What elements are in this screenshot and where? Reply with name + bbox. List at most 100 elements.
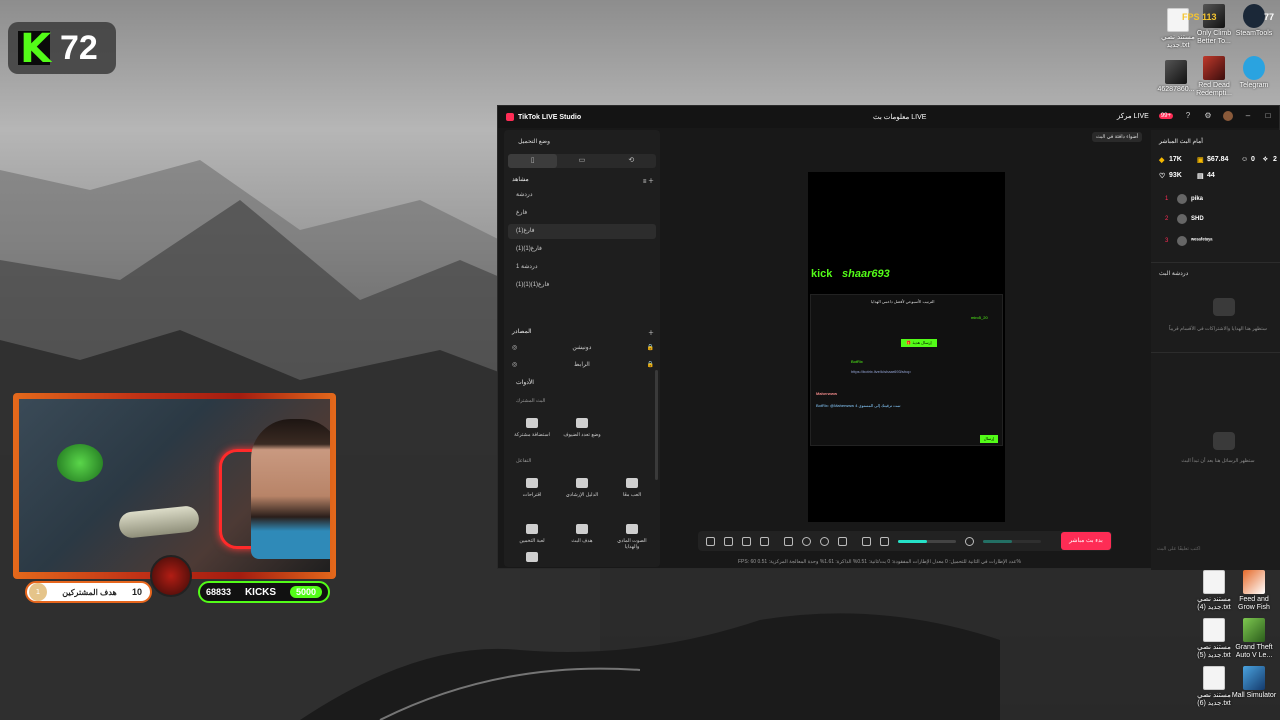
phone-icon[interactable] xyxy=(784,536,793,546)
avatar[interactable] xyxy=(1223,111,1233,121)
globe-icon: ◎ xyxy=(512,362,518,368)
scene-item[interactable]: فارغ(1)(1) xyxy=(508,242,656,257)
suggestions-icon xyxy=(526,478,538,488)
play-together-icon xyxy=(626,478,638,488)
streamer-figure xyxy=(251,419,330,559)
kicks-goal-current: 68833 xyxy=(206,587,232,597)
gifts-count: 44 xyxy=(1207,172,1215,179)
desktop-icon-gta-v[interactable]: Grand Theft Auto V Le... xyxy=(1230,618,1278,660)
maximize-button[interactable]: □ xyxy=(1263,111,1273,121)
speaker-icon[interactable] xyxy=(880,536,889,546)
sources-header: المصادر ＋ xyxy=(512,328,654,337)
co-host-icon xyxy=(526,418,538,428)
suggestions-button[interactable]: اقتراحات xyxy=(510,472,554,512)
rank-name[interactable]: SHD xyxy=(1191,216,1204,222)
revenue-value: $67.84 xyxy=(1207,156,1229,163)
game-icon xyxy=(1243,618,1265,642)
text-file-icon xyxy=(1203,570,1225,594)
steamtools-icon xyxy=(1243,4,1265,28)
title-bar: TikTok LIVE Studio معلومات بث LIVE مركز … xyxy=(498,106,1279,128)
landscape-mode-button[interactable]: ▭ xyxy=(557,154,606,168)
live-goal-button[interactable]: هدف البث xyxy=(560,518,604,558)
kick-follower-counter: 72 xyxy=(8,22,116,74)
co-host-button[interactable]: استضافة مشتركة xyxy=(510,412,554,452)
rank-name[interactable]: ʷᵉˢᵃᶠᵉᵗᵘʸᵃ xyxy=(1191,238,1213,244)
scenes-header: مشاهد ≡ ＋ xyxy=(512,176,654,185)
add-scene-button[interactable]: ≡ ＋ xyxy=(643,176,654,185)
source-item[interactable]: ◎ دونيشن 🔒 xyxy=(512,344,654,351)
comment-input[interactable]: اكتب تعليقًا على البث xyxy=(1157,546,1277,552)
stream-preview-canvas: kick shaar693 الترتيب الأسبوعي لأفضل داع… xyxy=(808,172,1005,522)
orientation-toggle: ▯ ▭ ⟲ xyxy=(508,154,656,168)
emblem-icon xyxy=(150,555,192,597)
desktop-icon-feed-grow-fish[interactable]: Feed and Grow Fish xyxy=(1230,570,1278,612)
screen-share-icon[interactable] xyxy=(760,536,769,546)
more-tools-button[interactable] xyxy=(510,550,554,566)
scene-item-active[interactable]: فارغ(1) xyxy=(508,224,656,239)
game-icon xyxy=(1243,570,1265,594)
lock-icon[interactable]: 🔒 xyxy=(647,344,654,351)
coins-count: 17K xyxy=(1169,156,1182,163)
guide-button[interactable]: الدليل الإرشادي xyxy=(560,472,604,512)
rotate-icon[interactable]: ⟲ xyxy=(607,154,656,168)
magic-wand-icon[interactable] xyxy=(706,536,715,546)
mixer-icon[interactable] xyxy=(862,536,871,546)
fps-overlay: FPS 113 xyxy=(1182,12,1217,22)
send-gift-button: 🎁 إرسال هدية xyxy=(901,339,937,347)
play-together-button[interactable]: العب معًا xyxy=(610,472,654,512)
speaker-volume-slider[interactable] xyxy=(898,539,956,543)
app-title: TikTok LIVE Studio xyxy=(518,113,582,121)
shares-icon: ⟡ xyxy=(1263,156,1268,163)
left-panel: وضع التحميل ▯ ▭ ⟲ مشاهد ≡ ＋ دردشة فارغ ف… xyxy=(504,130,660,567)
chat-bubble-icon xyxy=(1213,432,1235,450)
avatar xyxy=(1177,194,1187,204)
minimize-button[interactable]: – xyxy=(1243,111,1253,121)
go-live-button[interactable]: بدء بث مباشر xyxy=(1061,532,1111,550)
add-source-button[interactable]: ＋ xyxy=(648,328,654,337)
portrait-mode-button[interactable]: ▯ xyxy=(508,154,558,168)
chat-bot-message: BotRix: @Maherwww تمت ترقيتك إلى المستوى… xyxy=(816,403,901,408)
record-icon[interactable] xyxy=(802,536,811,546)
scene-item[interactable]: دردشة xyxy=(508,188,656,203)
scene-item[interactable]: فارغ(1)(1)(1) xyxy=(508,278,656,293)
scene-item[interactable]: فارغ xyxy=(508,206,656,221)
layers-icon[interactable] xyxy=(724,536,733,546)
mic-volume-slider[interactable] xyxy=(983,539,1041,543)
scene-item[interactable]: دردشة 1 xyxy=(508,260,656,275)
chat-header: الترتيب الأسبوعي لأفضل داعمي الهدايا xyxy=(871,299,935,304)
source-item[interactable]: ◎ الرابط 🔒 xyxy=(512,361,654,368)
gift-sound-button[interactable]: الصوت المادي والهدايا xyxy=(610,518,654,558)
multi-guest-button[interactable]: وضع تعدد الضيوف xyxy=(560,412,604,452)
tools-scrollbar[interactable] xyxy=(655,370,658,480)
desktop-icon-telegram[interactable]: Telegram xyxy=(1230,56,1278,90)
shares-count: 2 xyxy=(1273,156,1277,163)
record-mode-dropdown[interactable]: وضع التحميل xyxy=(518,138,550,145)
interaction-subheader: التفاعل xyxy=(516,458,532,464)
chat-user: miro5_20 xyxy=(971,315,988,320)
co-live-subheader: البث المشترك xyxy=(516,398,546,404)
live-info-title[interactable]: معلومات بث LIVE xyxy=(873,113,926,121)
webcam-feed xyxy=(19,399,330,572)
gift-box-icon xyxy=(1213,298,1235,316)
lock-icon[interactable]: 🔒 xyxy=(647,361,654,368)
help-icon[interactable]: ? xyxy=(1183,111,1193,121)
webcam-frame xyxy=(13,393,336,579)
chat-link: https://botrix.live/k/shaar693/shop xyxy=(851,369,911,374)
desktop-icon-mall-simulator[interactable]: Mall Simulator xyxy=(1230,666,1278,700)
camera-icon[interactable] xyxy=(820,536,829,546)
globe-icon: ◎ xyxy=(512,345,518,351)
more-icon[interactable] xyxy=(838,536,847,546)
effects-icon[interactable] xyxy=(742,536,751,546)
divider xyxy=(1151,262,1280,263)
viewers-count: 0 xyxy=(1251,156,1255,163)
notification-badge[interactable]: 99+ xyxy=(1158,113,1173,119)
rank-name[interactable]: pika xyxy=(1191,196,1203,202)
settings-icon[interactable]: ⚙ xyxy=(1203,111,1213,121)
text-file-icon xyxy=(1203,618,1225,642)
likes-count: 93K xyxy=(1169,172,1182,179)
kick-logo-text: kick xyxy=(811,268,833,280)
warm-light-tip[interactable]: أضواء دافئة في البث xyxy=(1092,132,1143,142)
microphone-icon[interactable] xyxy=(965,536,974,546)
subscriber-goal-badge: 1 xyxy=(29,583,47,601)
live-center-link[interactable]: مركز LIVE xyxy=(1117,112,1149,120)
